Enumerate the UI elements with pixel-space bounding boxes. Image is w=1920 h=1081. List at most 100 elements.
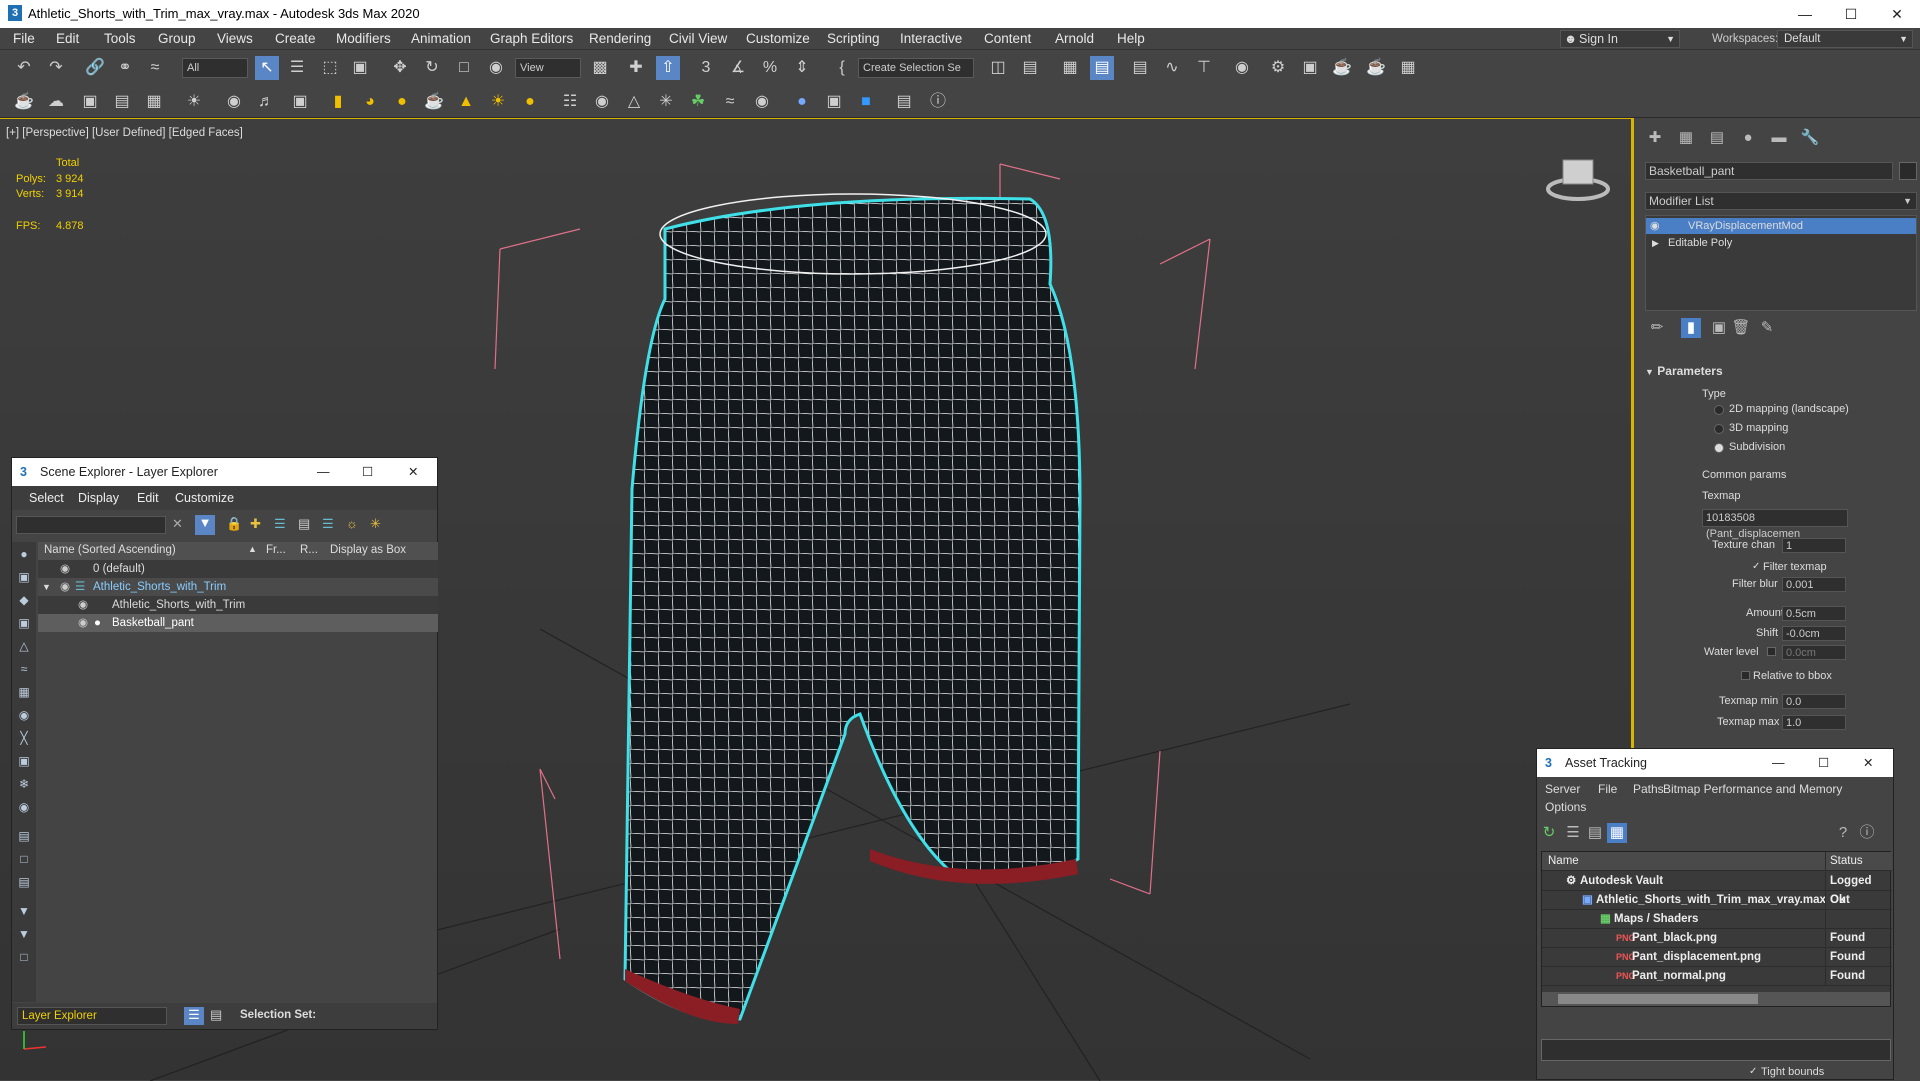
teapot-icon[interactable]: ☕ (12, 90, 36, 114)
select-by-name-icon[interactable]: ☰ (285, 56, 309, 80)
asset-row[interactable]: PNG Pant_black.png Found (1542, 929, 1892, 948)
display-none-icon[interactable]: □ (16, 851, 32, 867)
keyboard-shortcut-icon[interactable]: ⇧ (656, 56, 680, 80)
texture-chan-spinner[interactable]: 1 (1782, 538, 1846, 553)
angle-snap-icon[interactable]: ∡ (726, 56, 750, 80)
display-bones-icon[interactable]: ╳ (16, 730, 32, 746)
material-editor-icon[interactable]: ◉ (1230, 56, 1254, 80)
ribbon-icon[interactable]: ▤ (1128, 56, 1152, 80)
menu-scripting[interactable]: Scripting (827, 31, 880, 46)
object-row-athletic-shorts[interactable]: ◉ Athletic_Shorts_with_Trim (38, 596, 438, 614)
col-name[interactable]: Name (Sorted Ascending) (44, 544, 176, 556)
col-render[interactable]: R... (300, 544, 318, 556)
mesh-light-icon[interactable]: ☕ (422, 90, 446, 114)
asset-row[interactable]: ▣ Athletic_Shorts_with_Trim_max_vray.max… (1542, 891, 1892, 910)
rotate-icon[interactable]: ↻ (420, 56, 444, 80)
help-search-icon[interactable]: ⓘ (1857, 823, 1877, 843)
display-frozen-icon[interactable]: ❄ (16, 776, 32, 792)
minimize-button[interactable]: — (317, 458, 330, 486)
menu-edit[interactable]: Edit (56, 31, 79, 46)
maximize-button[interactable]: ☐ (1818, 749, 1829, 777)
menu-group[interactable]: Group (158, 31, 196, 46)
viewcube-icon[interactable] (1545, 154, 1611, 204)
display-groups-icon[interactable]: ▦ (16, 684, 32, 700)
layer-explorer-dropdown[interactable]: Layer Explorer (17, 1007, 167, 1025)
search-input[interactable] (16, 516, 166, 534)
cube-icon[interactable]: ■ (854, 90, 878, 114)
filter-toggle-icon[interactable]: ▼ (16, 903, 32, 919)
maximize-button[interactable]: ☐ (1828, 0, 1874, 28)
redo-icon[interactable]: ↷ (44, 56, 68, 80)
menu-content[interactable]: Content (984, 31, 1031, 46)
hdr-icon[interactable]: ≈ (718, 90, 742, 114)
clear-search-icon[interactable]: ✕ (172, 516, 183, 532)
show-end-result-icon[interactable]: ▮ (1681, 318, 1701, 338)
hierarchy-toggle-icon[interactable]: ▤ (210, 1007, 222, 1023)
hierarchy-icon[interactable]: ▤ (298, 516, 310, 532)
col-display-box[interactable]: Display as Box (330, 544, 406, 556)
utilities-tab-icon[interactable]: 🔧 (1800, 128, 1820, 148)
water-level-checkbox[interactable] (1767, 647, 1776, 656)
asset-menu-bitmap-performance[interactable]: Bitmap Performance and Memory (1663, 782, 1842, 796)
scale-icon[interactable]: □ (452, 56, 476, 80)
help-icon[interactable]: ⓘ (926, 90, 950, 114)
fur-icon[interactable]: ☷ (558, 90, 582, 114)
expand-icon[interactable]: ▶ (1652, 235, 1659, 251)
vfb-icon[interactable]: ▣ (78, 90, 102, 114)
asset-row[interactable]: ⚙ Autodesk Vault Logged Out (1542, 872, 1892, 906)
display-helpers-icon[interactable]: △ (16, 638, 32, 654)
minimize-button[interactable]: — (1772, 749, 1785, 777)
undo-icon[interactable]: ↶ (12, 56, 36, 80)
thumbnail-view-icon[interactable]: ▤ (1585, 823, 1605, 843)
settings-icon[interactable]: ✳ (370, 516, 381, 532)
highlight-icon[interactable]: ☼ (346, 516, 358, 531)
horizontal-scrollbar[interactable] (1542, 992, 1890, 1006)
menu-help[interactable]: Help (1117, 31, 1145, 46)
object-color-swatch[interactable] (1899, 162, 1917, 180)
link-icon[interactable]: 🔗 (83, 56, 107, 80)
eye-icon[interactable]: ◉ (78, 596, 88, 614)
selection-filter-dropdown[interactable]: All (182, 58, 248, 78)
asset-row[interactable]: PNG Pant_normal.png Found (1542, 967, 1892, 986)
unlink-icon[interactable]: ⚭ (113, 56, 137, 80)
menu-views[interactable]: Views (217, 31, 253, 46)
display-hidden-icon[interactable]: ◉ (16, 799, 32, 815)
convert-material-icon[interactable]: ▣ (822, 90, 846, 114)
render-production-icon[interactable]: ☕ (1330, 56, 1354, 80)
object-row-basketball-pant[interactable]: ◉ ● Basketball_pant (38, 614, 438, 632)
render-iterative-icon[interactable]: ☕ (1364, 56, 1388, 80)
asset-path-field[interactable] (1541, 1039, 1891, 1061)
menu-create[interactable]: Create (275, 31, 316, 46)
expand-icon[interactable]: ▼ (42, 578, 51, 596)
texmap-max-spinner[interactable]: 1.0 (1782, 715, 1846, 730)
display-geometry-icon[interactable]: ● (16, 546, 32, 562)
asset-row[interactable]: PNG Pant_displacement.png Found (1542, 948, 1892, 967)
bind-space-warp-icon[interactable]: ≈ (143, 56, 167, 80)
workspaces-dropdown[interactable]: Default ▼ (1777, 30, 1913, 48)
curve-editor-icon[interactable]: ∿ (1160, 56, 1184, 80)
menu-animation[interactable]: Animation (411, 31, 471, 46)
remove-modifier-icon[interactable]: 🗑 (1731, 318, 1751, 338)
edit-named-selection-icon[interactable]: { (830, 56, 854, 80)
menu-civil-view[interactable]: Civil View (669, 31, 727, 46)
plane-icon[interactable]: △ (622, 90, 646, 114)
toggle-scene-explorer-icon[interactable]: ▦ (1058, 56, 1082, 80)
menu-graph-editors[interactable]: Graph Editors (490, 31, 573, 46)
asset-menu-file[interactable]: File (1598, 782, 1617, 796)
place-icon[interactable]: ◉ (484, 56, 508, 80)
bitmap-icon[interactable]: ▤ (892, 90, 916, 114)
eye-icon[interactable]: ◉ (78, 614, 88, 632)
radio-subdivision[interactable] (1714, 443, 1724, 453)
make-unique-icon[interactable]: ▣ (1709, 318, 1729, 338)
new-layer-icon[interactable]: ✚ (250, 516, 261, 532)
move-icon[interactable]: ✥ (388, 56, 412, 80)
select-object-icon[interactable]: ↖ (255, 56, 279, 80)
texmap-button[interactable]: 10183508 (Pant_displacemen (1702, 509, 1848, 540)
maximize-button[interactable]: ☐ (362, 458, 373, 486)
filter-blur-spinner[interactable]: 0.001 (1782, 577, 1846, 592)
named-selection-set-dropdown[interactable]: Create Selection Se (858, 58, 974, 78)
minimize-button[interactable]: — (1782, 0, 1828, 28)
display-shapes-icon[interactable]: ▣ (16, 569, 32, 585)
dome-light-icon[interactable]: ◕ (358, 90, 382, 114)
close-button[interactable]: ✕ (1874, 0, 1920, 28)
